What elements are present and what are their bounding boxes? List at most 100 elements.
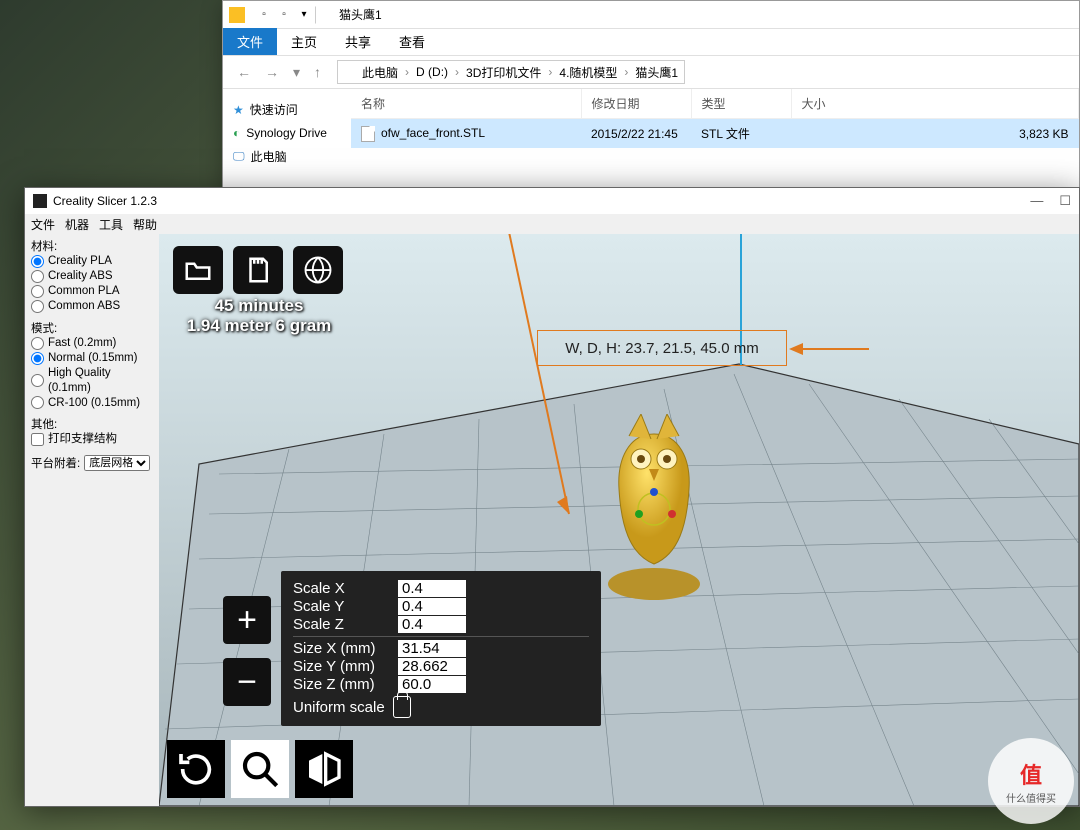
slicer-window: Creality Slicer 1.2.3 — ☐ 文件 机器 工具 帮助 材料… [24,187,1080,807]
radio-common-abs[interactable]: Common ABS [31,299,153,314]
scale-z-label: Scale Z [293,616,398,633]
tab-share[interactable]: 共享 [331,28,385,55]
menu-tools[interactable]: 工具 [99,216,123,233]
scale-x-label: Scale X [293,580,398,597]
adhesion-label: 平台附着: [31,455,80,471]
maximize-button[interactable]: ☐ [1059,193,1071,209]
scale-z-input[interactable] [398,616,466,633]
size-x-input[interactable] [398,640,466,657]
col-type[interactable]: 类型 [691,89,791,119]
nav-recent-icon[interactable]: ▾ [289,64,304,81]
folder-icon [229,7,245,23]
nav-this-pc[interactable]: 🖵此电脑 [233,144,341,169]
nav-fwd-icon[interactable]: → [261,64,283,80]
qat-btn[interactable]: ▫ [275,6,293,24]
3d-viewport[interactable]: 45 minutes 1.94 meter 6 gram W, D, H: 23… [159,234,1079,806]
watermark-logo: 值 [1020,758,1042,790]
zoom-buttons: + − [223,596,271,706]
crumb[interactable]: D (D:) [416,65,448,79]
explorer-titlebar[interactable]: ▫ ▫ ▾ 猫头鹰1 [223,1,1079,29]
nav-back-icon[interactable]: ← [233,64,255,80]
mode-header: 模式: [31,320,153,336]
settings-panel: 材料: Creality PLA Creality ABS Common PLA… [25,234,159,806]
watermark-text: 什么值得买 [1006,790,1056,805]
mirror-button[interactable] [295,740,353,798]
file-list: 名称 修改日期 类型 大小 ofw_face_front.STL 2015/2/… [351,89,1079,189]
estimate-text: 45 minutes 1.94 meter 6 gram [179,296,339,336]
radio-common-pla[interactable]: Common PLA [31,284,153,299]
ribbon-tabs: 文件 主页 共享 查看 [223,29,1079,55]
nav-quick-access[interactable]: ★快速访问 [233,97,341,122]
radio-cr100[interactable]: CR-100 (0.15mm) [31,396,153,411]
col-size[interactable]: 大小 [791,89,1079,119]
star-icon: ★ [233,103,244,117]
slicer-titlebar[interactable]: Creality Slicer 1.2.3 — ☐ [25,188,1079,214]
radio-creality-abs[interactable]: Creality ABS [31,269,153,284]
table-row[interactable]: ofw_face_front.STL 2015/2/22 21:45 STL 文… [351,119,1079,149]
radio-fast[interactable]: Fast (0.2mm) [31,336,153,351]
synology-icon: ◐ [233,126,240,140]
scale-y-input[interactable] [398,598,466,615]
tab-file[interactable]: 文件 [223,28,277,55]
crumb[interactable]: 此电脑 [362,64,398,81]
app-title: Creality Slicer 1.2.3 [53,194,157,208]
file-date: 2015/2/22 21:45 [581,119,691,149]
col-name[interactable]: 名称 [351,89,581,119]
explorer-nav-pane: ★快速访问 ◐Synology Drive 🖵此电脑 [223,89,351,189]
uniform-scale-label: Uniform scale [293,699,385,716]
size-y-label: Size Y (mm) [293,658,398,675]
radio-creality-pla[interactable]: Creality PLA [31,254,153,269]
nav-synology[interactable]: ◐Synology Drive [233,122,341,144]
quick-access-toolbar: ▫ ▫ ▾ [255,6,333,24]
radio-normal[interactable]: Normal (0.15mm) [31,351,153,366]
zoom-in-button[interactable]: + [223,596,271,644]
zoom-out-button[interactable]: − [223,658,271,706]
file-type: STL 文件 [691,119,791,149]
qat-btn[interactable]: ▾ [295,6,313,24]
col-date[interactable]: 修改日期 [581,89,691,119]
app-icon [33,194,47,208]
tool-buttons [167,740,353,798]
qat-btn[interactable]: ▫ [255,6,273,24]
folder-icon [344,65,358,79]
menu-help[interactable]: 帮助 [133,216,157,233]
size-y-input[interactable] [398,658,466,675]
address-bar-row: ← → ▾ ↑ 此电脑 D (D:) 3D打印机文件 4.随机模型 猫头鹰1 [223,55,1079,89]
size-z-label: Size Z (mm) [293,676,398,693]
explorer-window: ▫ ▫ ▾ 猫头鹰1 文件 主页 共享 查看 ← → ▾ ↑ 此电脑 D (D:… [222,0,1080,190]
file-icon [361,126,375,142]
breadcrumb[interactable]: 此电脑 D (D:) 3D打印机文件 4.随机模型 猫头鹰1 [337,60,685,84]
checkbox-support[interactable]: 打印支撑结构 [31,432,153,447]
size-z-input[interactable] [398,676,466,693]
top-buttons [173,246,343,294]
scale-button[interactable] [231,740,289,798]
file-size: 3,823 KB [791,119,1079,149]
open-button[interactable] [173,246,223,294]
other-header: 其他: [31,416,153,432]
creality-logo-button[interactable] [293,246,343,294]
sdcard-button[interactable] [233,246,283,294]
menu-machine[interactable]: 机器 [65,216,89,233]
adhesion-select[interactable]: 底层网格 [84,455,150,471]
scale-y-label: Scale Y [293,598,398,615]
annotation-arrow-icon [429,234,629,544]
lock-icon[interactable] [393,696,411,718]
crumb[interactable]: 3D打印机文件 [466,64,541,81]
size-x-label: Size X (mm) [293,640,398,657]
tab-view[interactable]: 查看 [385,28,439,55]
scale-x-input[interactable] [398,580,466,597]
material-header: 材料: [31,238,153,254]
nav-up-icon[interactable]: ↑ [310,64,325,80]
minimize-button[interactable]: — [1030,193,1043,209]
menu-file[interactable]: 文件 [31,216,55,233]
radio-high[interactable]: High Quality (0.1mm) [31,366,153,396]
watermark: 值 什么值得买 [988,738,1074,824]
file-name: ofw_face_front.STL [381,126,485,140]
crumb[interactable]: 猫头鹰1 [635,64,678,81]
explorer-title: 猫头鹰1 [339,6,382,23]
crumb[interactable]: 4.随机模型 [559,64,617,81]
menubar: 文件 机器 工具 帮助 [25,214,1079,234]
rotate-button[interactable] [167,740,225,798]
scale-panel: Scale X Scale Y Scale Z Size X (mm) Size… [281,571,601,726]
tab-home[interactable]: 主页 [277,28,331,55]
